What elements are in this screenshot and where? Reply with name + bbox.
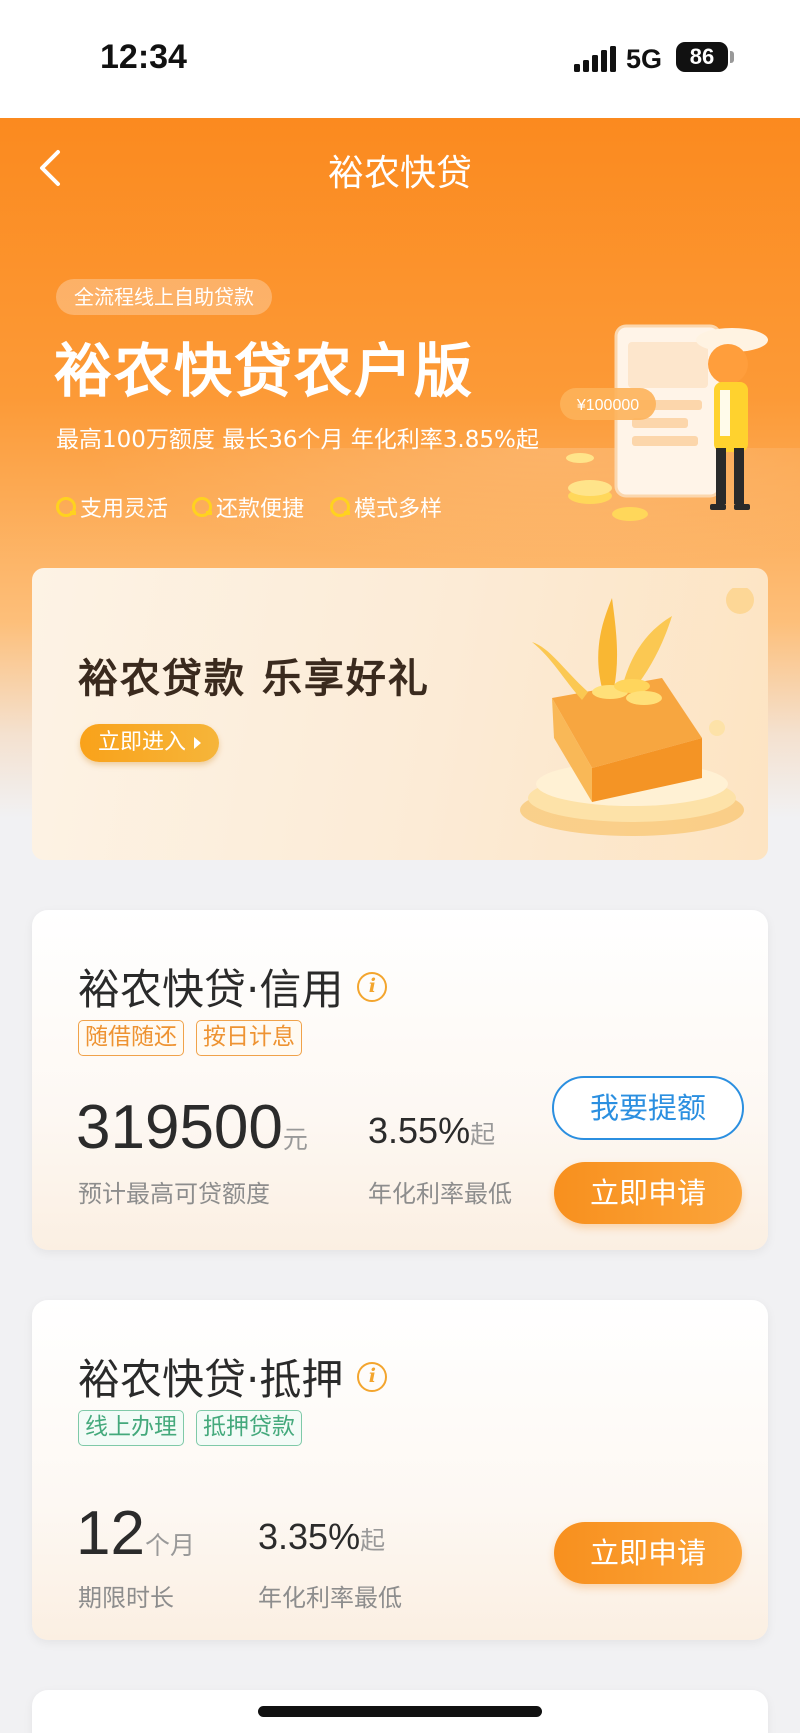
info-icon[interactable]: i (357, 1361, 388, 1392)
illustration-amount: ¥100000 (576, 397, 639, 414)
apply-button[interactable]: 立即申请 (554, 1522, 742, 1584)
interest-rate-value: 3.35% (258, 1516, 361, 1557)
battery-icon: 86 (676, 42, 728, 72)
feature-item: 模式多样 (330, 492, 442, 522)
banner-title: 裕农贷款 乐享好礼 (78, 656, 430, 702)
card-title: 裕农快贷·抵押 i (78, 1346, 388, 1407)
page-title: 裕农快贷 (327, 153, 472, 194)
loan-amount-unit: 元 (282, 1125, 308, 1154)
enter-button-label: 立即进入 (98, 730, 187, 755)
tag-list: 线上办理 抵押贷款 (78, 1410, 314, 1446)
status-time: 12:34 (100, 38, 187, 76)
arrow-right-icon (194, 737, 202, 749)
tag: 随借随还 (78, 1020, 184, 1056)
tag-list: 随借随还 按日计息 (78, 1020, 314, 1056)
hero-pill: 全流程线上自助贷款 (56, 279, 272, 315)
rate-caption: 年化利率最低 (368, 1180, 512, 1208)
feature-label: 还款便捷 (216, 497, 305, 522)
info-icon[interactable]: i (357, 971, 388, 1002)
rate-caption: 年化利率最低 (258, 1584, 402, 1612)
farmer-illustration: ¥100000 (560, 324, 768, 521)
swirl-icon (56, 497, 76, 517)
wheat-gift-box-illustration (520, 588, 754, 836)
apply-button[interactable]: 立即申请 (554, 1162, 742, 1224)
interest-rate-value: 3.55% (368, 1110, 471, 1151)
card-title-text: 裕农快贷·抵押 (78, 1355, 344, 1404)
signal-icon (574, 46, 616, 72)
tag: 抵押贷款 (196, 1410, 302, 1446)
hero-subtitle: 最高100万额度 最长36个月 年化利率3.85%起 (56, 427, 539, 453)
interest-rate: 3.55%起 (368, 1110, 495, 1152)
swirl-icon (192, 497, 212, 517)
interest-rate: 3.35%起 (258, 1516, 385, 1558)
status-bar: 12:34 5G 86 (0, 0, 800, 118)
hero-title: 裕农快贷农户版 (54, 337, 475, 405)
tag: 线上办理 (78, 1410, 184, 1446)
battery-tip (730, 51, 734, 63)
raise-limit-button[interactable]: 我要提额 (552, 1076, 744, 1140)
enter-button[interactable]: 立即进入 (80, 724, 220, 762)
home-indicator[interactable] (258, 1706, 542, 1717)
feature-label: 模式多样 (354, 497, 443, 522)
feature-item: 还款便捷 (192, 492, 304, 522)
interest-rate-suffix: 起 (470, 1120, 496, 1149)
network-label: 5G (626, 44, 663, 74)
loan-term-unit: 个月 (144, 1531, 195, 1560)
feature-item: 支用灵活 (56, 492, 168, 522)
card-title-text: 裕农快贷·信用 (78, 965, 344, 1014)
term-caption: 期限时长 (78, 1584, 174, 1612)
amount-caption: 预计最高可贷额度 (78, 1180, 270, 1208)
interest-rate-suffix: 起 (360, 1526, 386, 1555)
loan-amount: 319500元 (76, 1092, 308, 1163)
card-title: 裕农快贷·信用 i (78, 956, 388, 1017)
loan-amount-value: 319500 (76, 1093, 283, 1162)
credit-loan-card: 裕农快贷·信用 i 随借随还 按日计息 319500元 预计最高可贷额度 3.5… (32, 910, 768, 1250)
loan-term-value: 12 (76, 1499, 145, 1568)
swirl-icon (330, 497, 350, 517)
mortgage-loan-card: 裕农快贷·抵押 i 线上办理 抵押贷款 12个月 期限时长 3.35%起 年化利… (32, 1300, 768, 1640)
tag: 按日计息 (196, 1020, 302, 1056)
promo-banner[interactable]: 裕农贷款 乐享好礼 立即进入 (32, 568, 768, 860)
loan-term: 12个月 (76, 1498, 195, 1569)
feature-label: 支用灵活 (80, 497, 169, 522)
